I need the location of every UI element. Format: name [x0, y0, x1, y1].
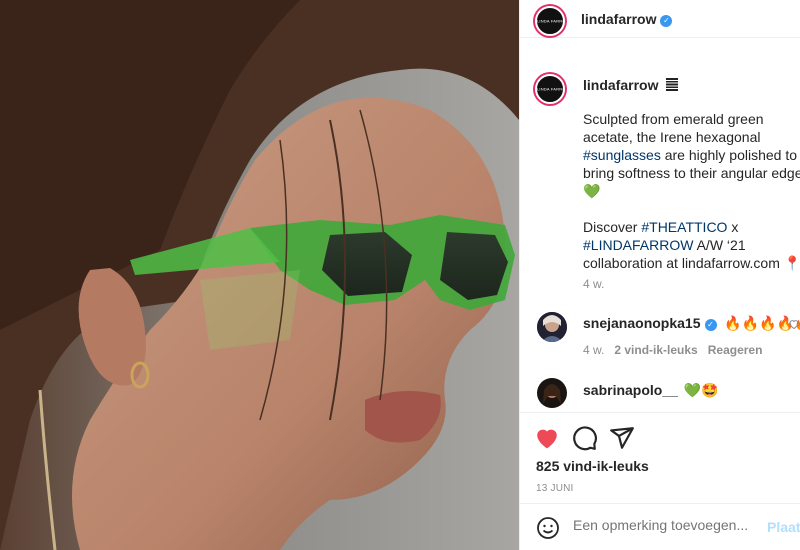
hashtag-theattico[interactable]: #THEATTICO [641, 219, 727, 235]
hashtag-sunglasses[interactable]: #sunglasses [583, 147, 661, 163]
barcode-flag-icon [666, 78, 679, 91]
comment-bubble-icon[interactable] [572, 425, 598, 451]
avatar-photo [537, 312, 567, 342]
caption-username-row: lindafarrow [583, 77, 679, 93]
verified-badge-icon: ✓ [660, 15, 673, 27]
hashtag-lindafarrow[interactable]: #LINDAFARROW [583, 237, 693, 253]
green-heart-emoji: 💚 [583, 183, 601, 199]
like-count[interactable]: 825 vind-ik-leuks [536, 458, 649, 474]
post-side-panel: LINDA FARROW lindafarrow ✓ LINDA FARROW l… [519, 0, 800, 550]
header-avatar[interactable]: LINDA FARROW [535, 6, 565, 36]
post-header: LINDA FARROW lindafarrow ✓ [520, 0, 800, 38]
comment-meta: 4 w. 2 vind-ik-leuks Reageren [583, 343, 772, 357]
caption-text-part: x [727, 219, 739, 235]
comment-time[interactable]: 4 w. [583, 343, 604, 357]
header-username[interactable]: lindafarrow [581, 11, 656, 27]
caption-avatar[interactable]: LINDA FARROW [535, 74, 565, 104]
comment-input[interactable] [573, 517, 763, 533]
comment-username[interactable]: sabrinapolo__ [583, 382, 678, 398]
add-comment-bar: Plaatsen [520, 503, 800, 550]
comment-avatar[interactable] [537, 378, 567, 408]
post-comment-button[interactable]: Plaatsen [767, 519, 800, 535]
comment-likes[interactable]: 2 vind-ik-leuks [614, 343, 697, 357]
post-photo[interactable] [0, 0, 519, 550]
reply-button[interactable]: Reageren [708, 343, 763, 357]
caption-text: Sculpted from emerald green acetate, the… [583, 110, 800, 272]
comment-avatar[interactable] [537, 312, 567, 342]
share-paper-plane-icon[interactable] [609, 425, 635, 451]
comment-username[interactable]: snejanaonopka15 [583, 315, 701, 331]
photo-illustration [0, 0, 519, 550]
comment-text: 💚🤩 [683, 382, 719, 398]
post-date: 13 JUNI [536, 483, 574, 494]
verified-badge-icon: ✓ [704, 319, 717, 331]
comment-name-row: sabrinapolo__ 💚🤩 [583, 382, 719, 399]
avatar-photo [537, 378, 567, 408]
caption-username[interactable]: lindafarrow [583, 77, 658, 93]
like-heart-icon[interactable] [534, 425, 560, 451]
avatar-logo-text: LINDA FARROW [537, 18, 563, 24]
post-actions: 825 vind-ik-leuks 13 JUNI Plaatsen [520, 412, 800, 550]
header-username-row: lindafarrow ✓ [581, 11, 673, 27]
caption-time[interactable]: 4 w. [583, 277, 604, 291]
comment-like-heart-icon[interactable] [788, 318, 800, 330]
caption-text-part: Sculpted from emerald green acetate, the… [583, 111, 764, 145]
pin-emoji: 📍 [783, 255, 800, 271]
caption-text-part: Discover [583, 219, 642, 235]
avatar-logo-text: LINDA FARROW [537, 86, 563, 92]
emoji-smiley-icon[interactable] [536, 516, 560, 540]
comment-name-row: snejanaonopka15✓ 🔥🔥🔥🔥🔥 [583, 315, 800, 332]
